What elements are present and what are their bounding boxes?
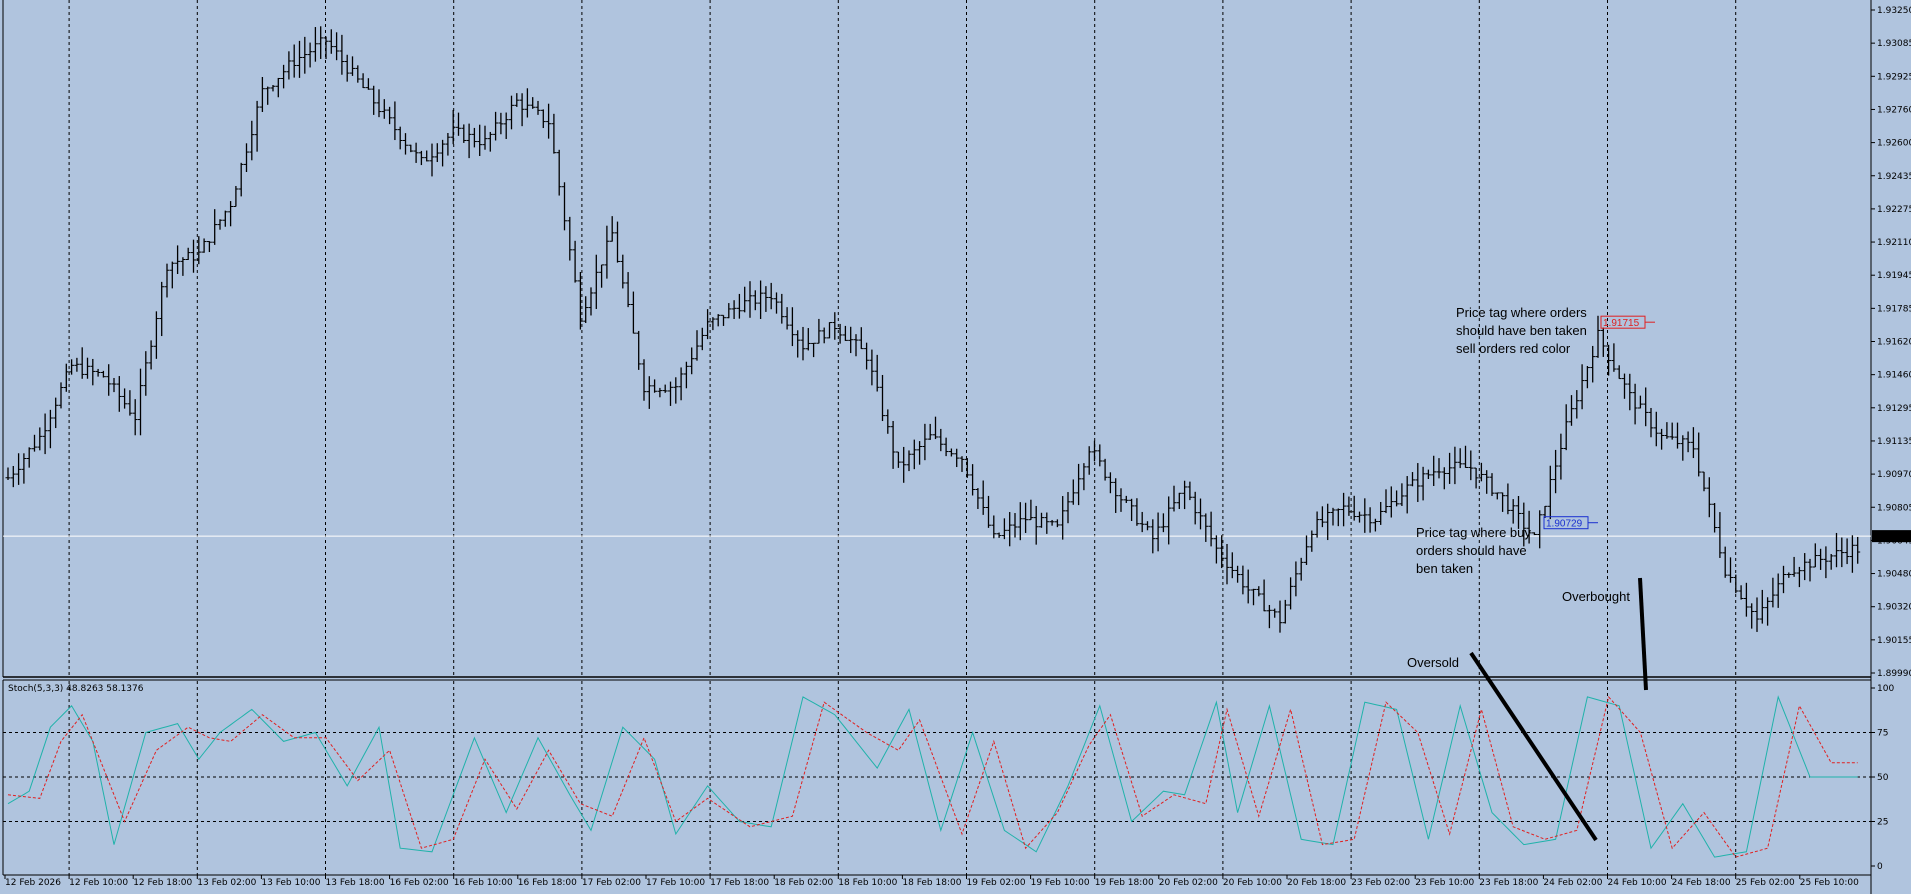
stoch-tick-label: 75	[1877, 729, 1888, 739]
time-tick-label: 16 Feb 10:00	[454, 878, 513, 888]
chart-canvas[interactable]: 1.93250 1.93085 1.92925 1.92760 1.92600 1.924…	[0, 0, 1911, 894]
price-tick-label: 1.90970	[1877, 470, 1911, 480]
time-tick-label: 13 Feb 02:00	[197, 878, 256, 888]
overbought-label: Overbought	[1562, 589, 1630, 604]
price-tick-label: 1.91295	[1877, 404, 1911, 414]
time-tick-label: 24 Feb 02:00	[1543, 878, 1602, 888]
time-tick-label: 12 Feb 10:00	[69, 878, 128, 888]
buy-note-line: orders should have	[1416, 543, 1527, 558]
time-tick-label: 19 Feb 10:00	[1031, 878, 1090, 888]
buy-note-line: Price tag where buy	[1416, 525, 1531, 540]
buy-note-line: ben taken	[1416, 561, 1473, 576]
stoch-tick-label: 50	[1877, 773, 1889, 783]
stoch-tick-label: 25	[1877, 818, 1888, 828]
time-tick-label: 18 Feb 10:00	[838, 878, 897, 888]
time-tick-label: 24 Feb 18:00	[1672, 878, 1731, 888]
price-tick-label: 1.90480	[1877, 570, 1911, 580]
price-tick-label: 1.92600	[1877, 139, 1911, 149]
stoch-title: Stoch(5,3,3) 48.8263 58.1376	[8, 684, 144, 694]
time-tick-label: 16 Feb 02:00	[390, 878, 449, 888]
time-tick-label: 19 Feb 18:00	[1095, 878, 1154, 888]
chart-background	[0, 0, 1911, 894]
buy-price-tag-label: 1.90729	[1546, 519, 1583, 530]
time-tick-label: 13 Feb 10:00	[261, 878, 320, 888]
time-tick-label: 23 Feb 18:00	[1479, 878, 1538, 888]
price-tick-label: 1.91785	[1877, 304, 1911, 314]
price-tick-label: 1.92925	[1877, 72, 1911, 82]
time-tick-label: 24 Feb 10:00	[1608, 878, 1667, 888]
sell-note-line: Price tag where orders	[1456, 305, 1587, 320]
time-tick-label: 17 Feb 18:00	[710, 878, 769, 888]
time-tick-label: 19 Feb 02:00	[967, 878, 1026, 888]
time-tick-label: 20 Feb 10:00	[1223, 878, 1282, 888]
time-tick-label: 25 Feb 02:00	[1736, 878, 1795, 888]
stoch-tick-label: 100	[1877, 684, 1894, 694]
price-axis: 1.93250 1.93085 1.92925 1.92760 1.92600 1.924…	[1871, 6, 1911, 679]
price-tick-label: 1.90805	[1877, 503, 1911, 513]
time-tick-label: 17 Feb 10:00	[646, 878, 705, 888]
price-tick-label: 1.90155	[1877, 636, 1911, 646]
price-tick-label: 1.92275	[1877, 205, 1911, 215]
time-tick-label: 12 Feb 2026	[5, 878, 61, 888]
sell-note-line: should have ben taken	[1456, 323, 1587, 338]
price-tick-label: 1.91135	[1877, 437, 1911, 447]
time-tick-label: 25 Feb 10:00	[1800, 878, 1859, 888]
time-tick-label: 12 Feb 18:00	[133, 878, 192, 888]
time-tick-label: 23 Feb 10:00	[1415, 878, 1474, 888]
price-tick-label: 1.89990	[1877, 669, 1911, 679]
price-tick-label: 1.92110	[1877, 238, 1911, 248]
stoch-tick-label: 0	[1877, 862, 1883, 872]
current-price-label: 1.90663	[1874, 532, 1911, 542]
time-tick-label: 13 Feb 18:00	[326, 878, 385, 888]
price-tick-label: 1.91460	[1877, 371, 1911, 381]
price-tick-label: 1.91945	[1877, 271, 1911, 281]
price-tick-label: 1.93250	[1877, 6, 1911, 16]
sell-price-tag-label: 1.91715	[1603, 318, 1640, 329]
time-tick-label: 20 Feb 02:00	[1159, 878, 1218, 888]
time-tick-label: 20 Feb 18:00	[1287, 878, 1346, 888]
time-tick-label: 18 Feb 02:00	[774, 878, 833, 888]
time-tick-label: 17 Feb 02:00	[582, 878, 641, 888]
oversold-label: Oversold	[1407, 655, 1459, 670]
price-tick-label: 1.90320	[1877, 603, 1911, 613]
time-tick-label: 18 Feb 18:00	[902, 878, 961, 888]
time-tick-label: 16 Feb 18:00	[518, 878, 577, 888]
time-tick-label: 23 Feb 02:00	[1351, 878, 1410, 888]
price-tick-label: 1.92435	[1877, 172, 1911, 182]
price-tick-label: 1.93085	[1877, 39, 1911, 49]
price-tick-label: 1.92760	[1877, 105, 1911, 115]
price-tick-label: 1.91620	[1877, 338, 1911, 348]
sell-note-line: sell orders red color	[1456, 341, 1571, 356]
